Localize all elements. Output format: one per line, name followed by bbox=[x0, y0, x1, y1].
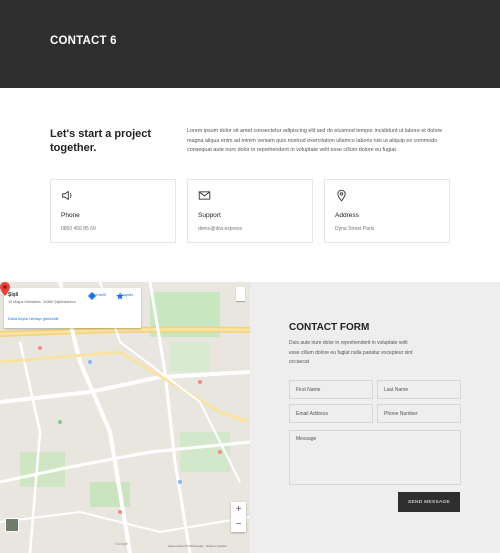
directions-icon bbox=[88, 292, 96, 300]
zoom-control: + − bbox=[231, 502, 246, 532]
google-map[interactable]: Şişli 19 Mayıs Mahallesi, 34360 Şişli/İs… bbox=[0, 282, 250, 553]
first-name-field[interactable] bbox=[289, 380, 373, 399]
intro-heading: Let's start a project together. bbox=[50, 128, 152, 154]
last-name-field[interactable] bbox=[377, 380, 461, 399]
intro-text: Lorem ipsum dolor sit amet consectetur a… bbox=[187, 128, 443, 154]
location-pin-icon bbox=[337, 189, 346, 202]
phone-number: 0850 456 85 69 bbox=[61, 226, 96, 232]
star-icon bbox=[116, 292, 124, 300]
zoom-out-button[interactable]: − bbox=[231, 517, 246, 532]
card-title: Support bbox=[198, 212, 221, 219]
google-logo: Google bbox=[115, 541, 128, 546]
support-email[interactable]: demo@divi.express bbox=[198, 226, 242, 232]
map-address: 19 Mayıs Mahallesi, 34360 Şişli/İstanbul bbox=[8, 300, 76, 304]
email-field[interactable] bbox=[289, 404, 373, 423]
contact-card-phone: Phone 0850 456 85 69 bbox=[50, 179, 176, 243]
directions-button[interactable]: Yol tarifi bbox=[88, 292, 110, 300]
save-button[interactable]: Kaydet bbox=[116, 292, 138, 300]
pegman-icon[interactable] bbox=[236, 287, 245, 301]
satellite-thumbnail[interactable] bbox=[5, 518, 19, 532]
zoom-in-button[interactable]: + bbox=[231, 502, 246, 517]
map-attribution: Harita verileri ©2019 Google · Kullanım … bbox=[168, 544, 227, 548]
page-title: CONTACT 6 bbox=[50, 35, 117, 47]
contact-card-support: Support demo@divi.express bbox=[187, 179, 313, 243]
speaker-icon bbox=[62, 190, 72, 201]
map-info-card: Şişli 19 Mayıs Mahallesi, 34360 Şişli/İs… bbox=[4, 288, 141, 328]
send-message-button[interactable]: SEND MESSAGE bbox=[398, 492, 460, 512]
map-pin-icon[interactable] bbox=[0, 282, 10, 296]
address-value: Dyna Street Paris bbox=[335, 226, 375, 232]
card-title: Phone bbox=[61, 212, 80, 219]
phone-field[interactable] bbox=[377, 404, 461, 423]
card-title: Address bbox=[335, 212, 359, 219]
form-title: CONTACT FORM bbox=[289, 322, 370, 333]
form-description: Duis aute irure dolor in reprehenderit i… bbox=[289, 340, 413, 365]
contact-form-panel: CONTACT FORM Duis aute irure dolor in re… bbox=[250, 282, 500, 553]
contact-card-address: Address Dyna Street Paris bbox=[324, 179, 450, 243]
mail-icon bbox=[198, 191, 211, 200]
larger-map-link[interactable]: Daha büyük haritayı görüntüle bbox=[8, 317, 59, 321]
hero-banner: CONTACT 6 bbox=[0, 0, 500, 88]
message-field[interactable] bbox=[289, 430, 461, 485]
